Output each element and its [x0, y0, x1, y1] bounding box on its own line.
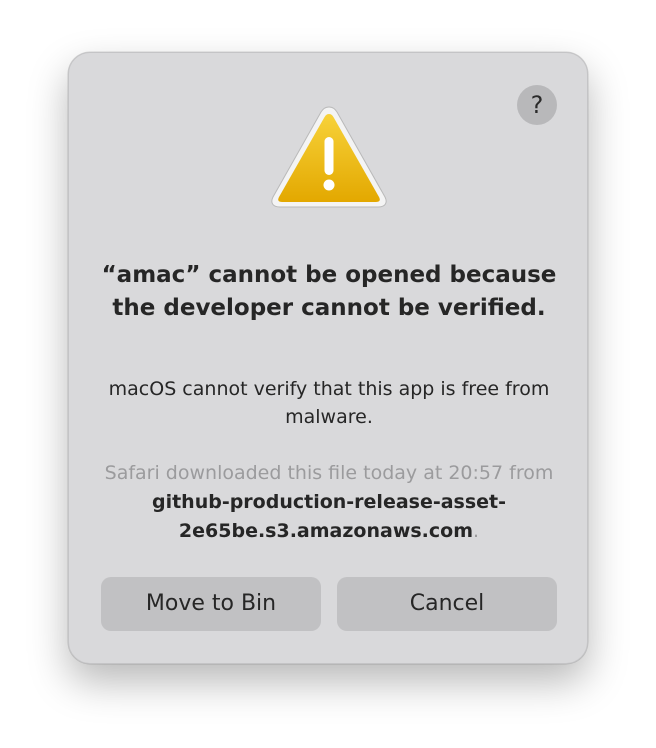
download-source-host: github-production-release-asset-2e65be.s…	[151, 491, 507, 542]
dialog-message: macOS cannot verify that this app is fre…	[108, 378, 550, 428]
help-button[interactable]: ?	[517, 85, 557, 125]
move-to-bin-button[interactable]: Move to Bin	[101, 577, 321, 631]
cancel-button[interactable]: Cancel	[337, 577, 557, 631]
download-source-prefix: Safari downloaded this file today at 20:…	[104, 462, 554, 484]
dialog-title: “amac” cannot be opened because the deve…	[101, 262, 557, 321]
download-source-suffix: .	[473, 520, 480, 542]
unverified-developer-dialog: ? “amac” cannot be opened because the de…	[68, 52, 588, 664]
help-icon: ?	[530, 91, 544, 119]
warning-icon	[271, 106, 387, 208]
download-source-text: Safari downloaded this file today at 20:…	[99, 459, 559, 546]
